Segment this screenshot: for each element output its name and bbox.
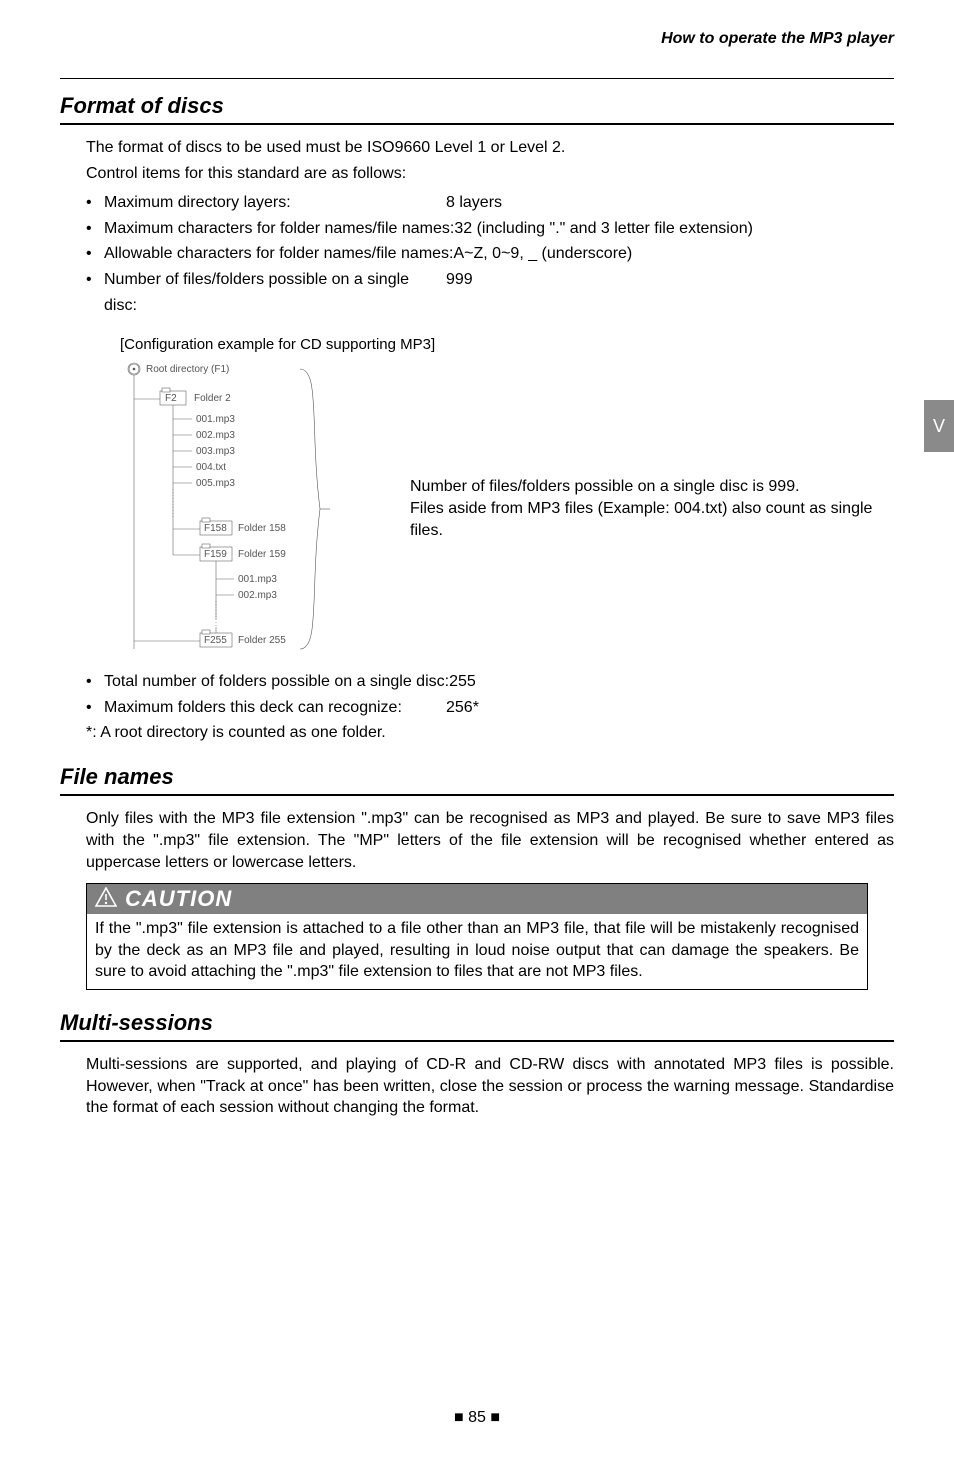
bullet-value: 8 layers [446,190,502,216]
caution-box: CAUTION If the ".mp3" file extension is … [86,883,868,990]
f159-label: Folder 159 [238,549,286,560]
bullet-marker: • [86,241,104,267]
bullet-label: Number of files/folders possible on a si… [104,267,446,318]
bullet-list-a: • Maximum directory layers: 8 layers • M… [86,190,894,318]
bullet-item: • Allowable characters for folder names/… [86,241,894,267]
bullet-item: • Maximum directory layers: 8 layers [86,190,894,216]
diagram-row: Root directory (F1) F2 Folder 2 001.mp3 … [120,359,894,659]
f255-label: Folder 255 [238,635,286,646]
running-head: How to operate the MP3 player [60,30,894,48]
file-node: 004.txt [196,462,226,473]
page-num-marker: ■ [454,1409,468,1426]
diagram-side-note: Number of files/folders possible on a si… [410,476,894,543]
side-note-line-1: Number of files/folders possible on a si… [410,476,894,498]
bullet-item: • Maximum folders this deck can recogniz… [86,695,894,721]
bullet-item: • Total number of folders possible on a … [86,669,894,695]
bullet-item: • Maximum characters for folder names/fi… [86,216,894,242]
page-number: ■ 85 ■ [60,1409,894,1427]
heading-rule [60,1040,894,1042]
heading-file-names: File names [60,764,894,790]
top-rule [60,78,894,79]
file-node: 001.mp3 [238,574,277,585]
file-node: 002.mp3 [238,590,277,601]
bullet-label: Total number of folders possible on a si… [104,669,449,695]
caution-body: If the ".mp3" file extension is attached… [87,914,867,989]
file-names-body: Only files with the MP3 file extension "… [86,808,894,873]
bullet-value: 255 [449,669,476,695]
bullet-marker: • [86,695,104,721]
bullet-marker: • [86,216,104,242]
bullet-value: 32 (including "." and 3 letter file exte… [454,216,753,242]
folder-tree-diagram: Root directory (F1) F2 Folder 2 001.mp3 … [120,359,380,659]
config-caption: [Configuration example for CD supporting… [120,336,894,353]
file-node: 003.mp3 [196,446,235,457]
root-label: Root directory (F1) [146,364,229,375]
f158-label: Folder 158 [238,523,286,534]
f159-code: F159 [204,549,227,560]
bullet-list-b: • Total number of folders possible on a … [86,669,894,720]
intro-line-2: Control items for this standard are as f… [86,163,894,185]
bullet-value: 999 [446,267,473,318]
bullet-value: 256* [446,695,479,721]
bullet-label: Maximum folders this deck can recognize: [104,695,446,721]
heading-format-of-discs: Format of discs [60,93,894,119]
bullet-marker: • [86,267,104,318]
caution-header: CAUTION [87,884,867,914]
f2-code: F2 [165,393,177,404]
f158-code: F158 [204,523,227,534]
bullet-label: Maximum characters for folder names/file… [104,216,454,242]
bullet-value: A~Z, 0~9, _ (underscore) [454,241,633,267]
heading-multi-sessions: Multi-sessions [60,1010,894,1036]
side-note-line-2: Files aside from MP3 files (Example: 004… [410,498,894,543]
file-node: 001.mp3 [196,414,235,425]
page-content: How to operate the MP3 player Format of … [0,0,954,1467]
page-num-marker: ■ [486,1409,500,1426]
footnote: *: A root directory is counted as one fo… [86,724,894,742]
heading-rule [60,123,894,125]
bullet-item: • Number of files/folders possible on a … [86,267,894,318]
intro-line-1: The format of discs to be used must be I… [86,137,894,159]
page-num-value: 85 [468,1409,486,1426]
heading-rule [60,794,894,796]
file-node: 005.mp3 [196,478,235,489]
bullet-marker: • [86,669,104,695]
caution-title: CAUTION [125,886,232,912]
f2-label: Folder 2 [194,393,231,404]
bullet-marker: • [86,190,104,216]
bullet-label: Maximum directory layers: [104,190,446,216]
f255-code: F255 [204,635,227,646]
multi-sessions-body: Multi-sessions are supported, and playin… [86,1054,894,1119]
bullet-label: Allowable characters for folder names/fi… [104,241,454,267]
warning-icon [95,887,117,912]
file-node: 002.mp3 [196,430,235,441]
